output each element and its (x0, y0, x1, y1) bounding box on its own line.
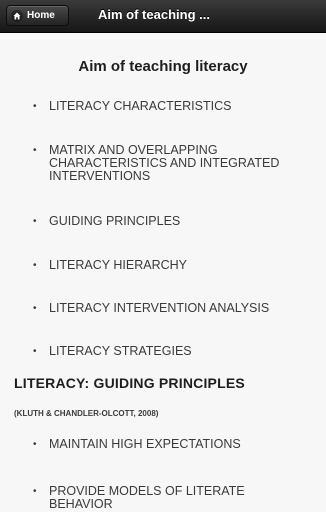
bullet-icon: • (33, 303, 37, 314)
list-item[interactable]: • GUIDING PRINCIPLES (33, 215, 318, 228)
citation: (KLUTH & CHANDLER-OLCOTT, 2008) (14, 409, 159, 418)
section-heading: LITERACY: GUIDING PRINCIPLES (14, 375, 245, 391)
list-item-label: LITERACY HIERARCHY (49, 258, 187, 272)
home-icon (11, 9, 23, 22)
header-title: Aim of teaching ... (98, 7, 210, 22)
bullet-icon: • (33, 101, 37, 112)
list-item-label: LITERACY INTERVENTION ANALYSIS (49, 301, 270, 315)
list-item[interactable]: • MAINTAIN HIGH EXPECTATIONS (33, 438, 318, 451)
list-item[interactable]: • LITERACY CHARACTERISTICS (33, 100, 318, 113)
bullet-icon: • (33, 216, 37, 227)
list-item-label: LITERACY CHARACTERISTICS (49, 99, 232, 113)
bullet-icon: • (33, 439, 37, 450)
home-button-label: Home (27, 10, 55, 21)
bullet-icon: • (33, 145, 37, 156)
list-item[interactable]: • PROVIDE MODELS OF LITERATE BEHAVIOR (33, 485, 283, 511)
list-item[interactable]: • LITERACY STRATEGIES (33, 345, 318, 358)
page-title: Aim of teaching literacy (78, 58, 248, 75)
bullet-icon: • (33, 346, 37, 357)
list-item-label: LITERACY STRATEGIES (49, 344, 192, 358)
bullet-icon: • (33, 260, 37, 271)
list-item[interactable]: • LITERACY HIERARCHY (33, 259, 318, 272)
list-item[interactable]: • LITERACY INTERVENTION ANALYSIS (33, 302, 318, 315)
app-header: Home Aim of teaching ... (0, 0, 326, 33)
list-item-label: MATRIX AND OVERLAPPING CHARACTERISTICS A… (49, 143, 280, 183)
bullet-icon: • (33, 486, 37, 497)
list-item[interactable]: • MATRIX AND OVERLAPPING CHARACTERISTICS… (33, 144, 318, 183)
home-button[interactable]: Home (6, 5, 69, 26)
list-item-label: GUIDING PRINCIPLES (49, 214, 181, 228)
list-item-label: PROVIDE MODELS OF LITERATE BEHAVIOR (49, 484, 245, 511)
list-item-label: MAINTAIN HIGH EXPECTATIONS (49, 437, 241, 451)
